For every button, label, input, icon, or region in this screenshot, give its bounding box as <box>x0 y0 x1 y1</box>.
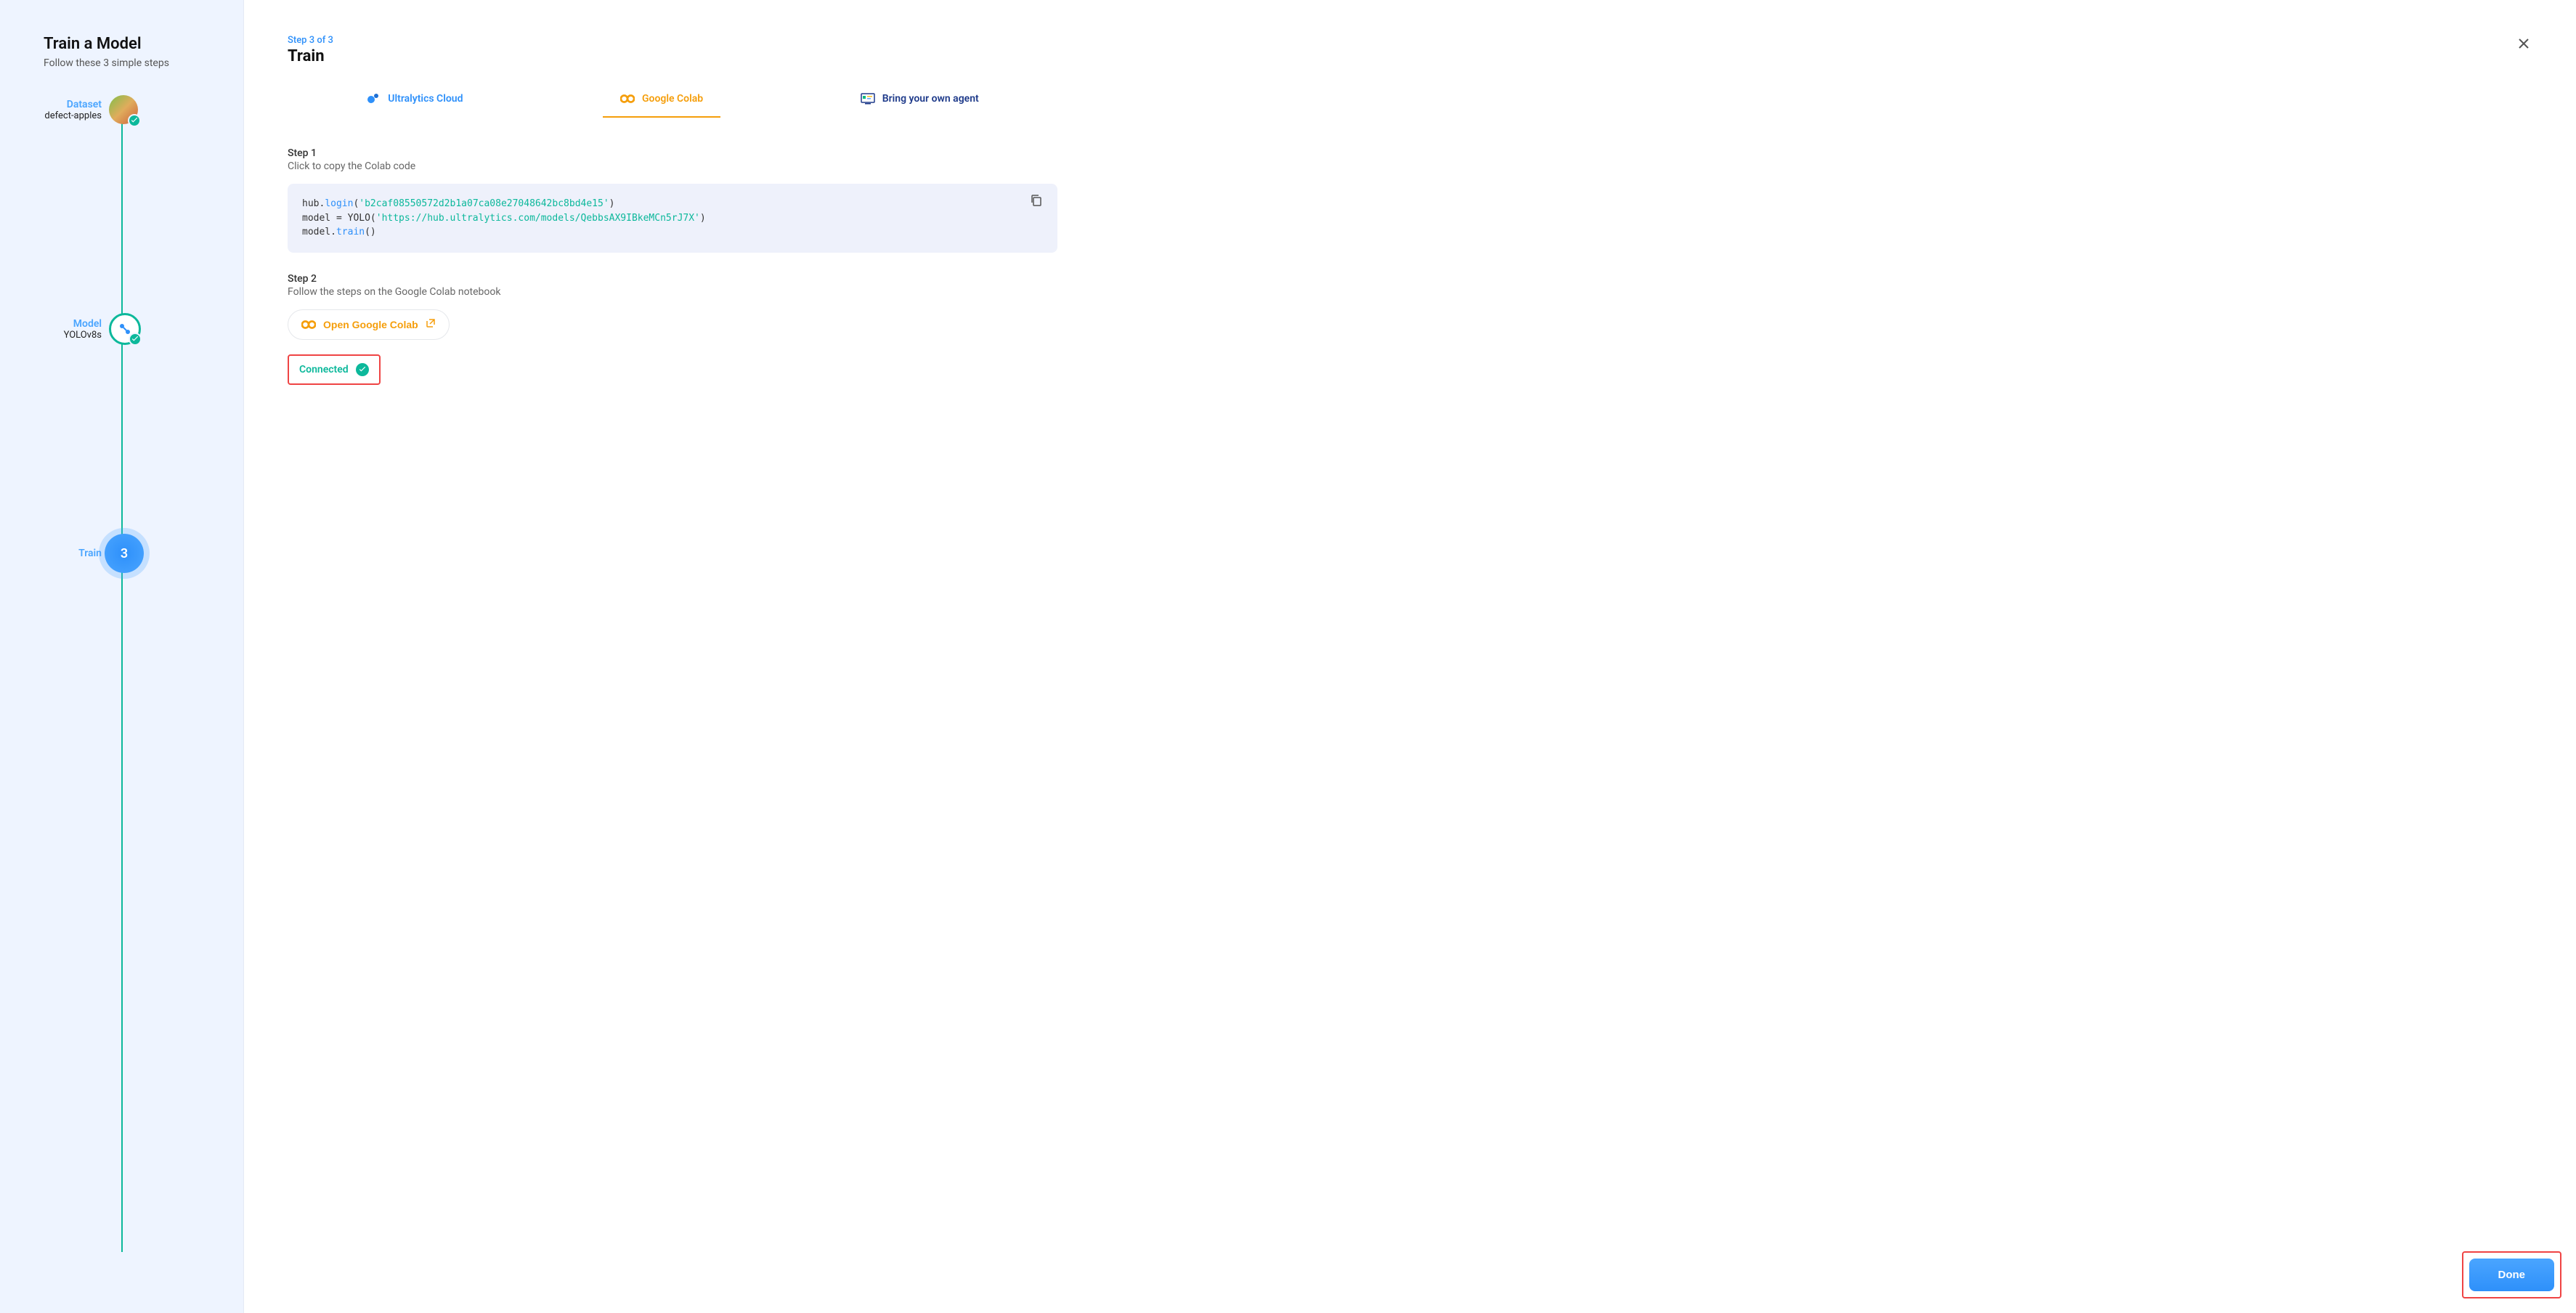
check-icon <box>356 363 369 376</box>
tab-ultralytics-cloud[interactable]: Ultralytics Cloud <box>349 86 480 118</box>
external-link-icon <box>426 318 436 330</box>
code-block[interactable]: hub.login('b2caf08550572d2b1a07ca08e2704… <box>288 184 1057 253</box>
check-icon <box>128 114 141 127</box>
step1-desc: Click to copy the Colab code <box>288 160 1057 172</box>
step-model[interactable]: Model YOLOv8s <box>44 313 220 345</box>
sidebar-subtitle: Follow these 3 simple steps <box>44 57 220 69</box>
step-dataset-label: Dataset <box>44 99 102 110</box>
step-progress: Dataset defect-apples Model YOLOv8s <box>44 95 220 1296</box>
open-colab-button[interactable]: Open Google Colab <box>288 309 450 340</box>
tab-google-colab[interactable]: Google Colab <box>603 86 720 118</box>
train-tabs: Ultralytics Cloud Google Colab Bring you… <box>288 86 1057 118</box>
main-panel: Step 3 of 3 Train Ultralytics Cloud Goog… <box>244 0 2576 1313</box>
colab-icon <box>301 317 316 332</box>
step-dataset-value: defect-apples <box>44 110 102 121</box>
step-train[interactable]: Train 3 <box>44 534 220 573</box>
agent-icon <box>861 92 875 106</box>
code-line-1: hub.login('b2caf08550572d2b1a07ca08e2704… <box>302 197 1043 211</box>
content-area: Step 1 Click to copy the Colab code hub.… <box>288 147 1057 385</box>
connected-status: Connected <box>288 354 381 385</box>
connected-label: Connected <box>299 364 349 375</box>
done-label: Done <box>2498 1269 2526 1281</box>
step-connector-line <box>121 113 123 1252</box>
step2-desc: Follow the steps on the Google Colab not… <box>288 286 1057 298</box>
tab-own-agent[interactable]: Bring your own agent <box>843 86 996 118</box>
step-train-node: 3 <box>105 534 144 573</box>
copy-icon <box>1030 194 1043 207</box>
copy-button[interactable] <box>1030 194 1047 211</box>
code-line-3: model.train() <box>302 225 1043 240</box>
tab-ultralytics-label: Ultralytics Cloud <box>388 93 463 105</box>
step-model-node <box>109 313 141 345</box>
step-train-number: 3 <box>121 546 128 561</box>
step-train-label: Train <box>44 548 102 559</box>
footer-actions: Done <box>2462 1251 2562 1298</box>
step-model-value: YOLOv8s <box>44 330 102 341</box>
step-dataset-thumbnail <box>109 95 138 124</box>
step2-title: Step 2 <box>288 273 1057 285</box>
code-line-2: model = YOLO('https://hub.ultralytics.co… <box>302 211 1043 226</box>
close-button[interactable] <box>2515 35 2532 52</box>
step-indicator: Step 3 of 3 <box>288 35 333 46</box>
step1-title: Step 1 <box>288 147 1057 159</box>
done-button[interactable]: Done <box>2469 1259 2555 1291</box>
sidebar: Train a Model Follow these 3 simple step… <box>0 0 244 1313</box>
tab-colab-label: Google Colab <box>642 93 703 105</box>
open-colab-label: Open Google Colab <box>323 319 418 330</box>
sidebar-title: Train a Model <box>44 35 220 53</box>
tab-agent-label: Bring your own agent <box>882 93 979 105</box>
ultralytics-icon <box>366 92 381 106</box>
page-title: Train <box>288 47 333 65</box>
check-icon <box>129 333 142 346</box>
step-model-label: Model <box>44 318 102 330</box>
colab-icon <box>620 92 635 106</box>
step-dataset[interactable]: Dataset defect-apples <box>44 95 220 124</box>
close-icon <box>2518 38 2530 49</box>
